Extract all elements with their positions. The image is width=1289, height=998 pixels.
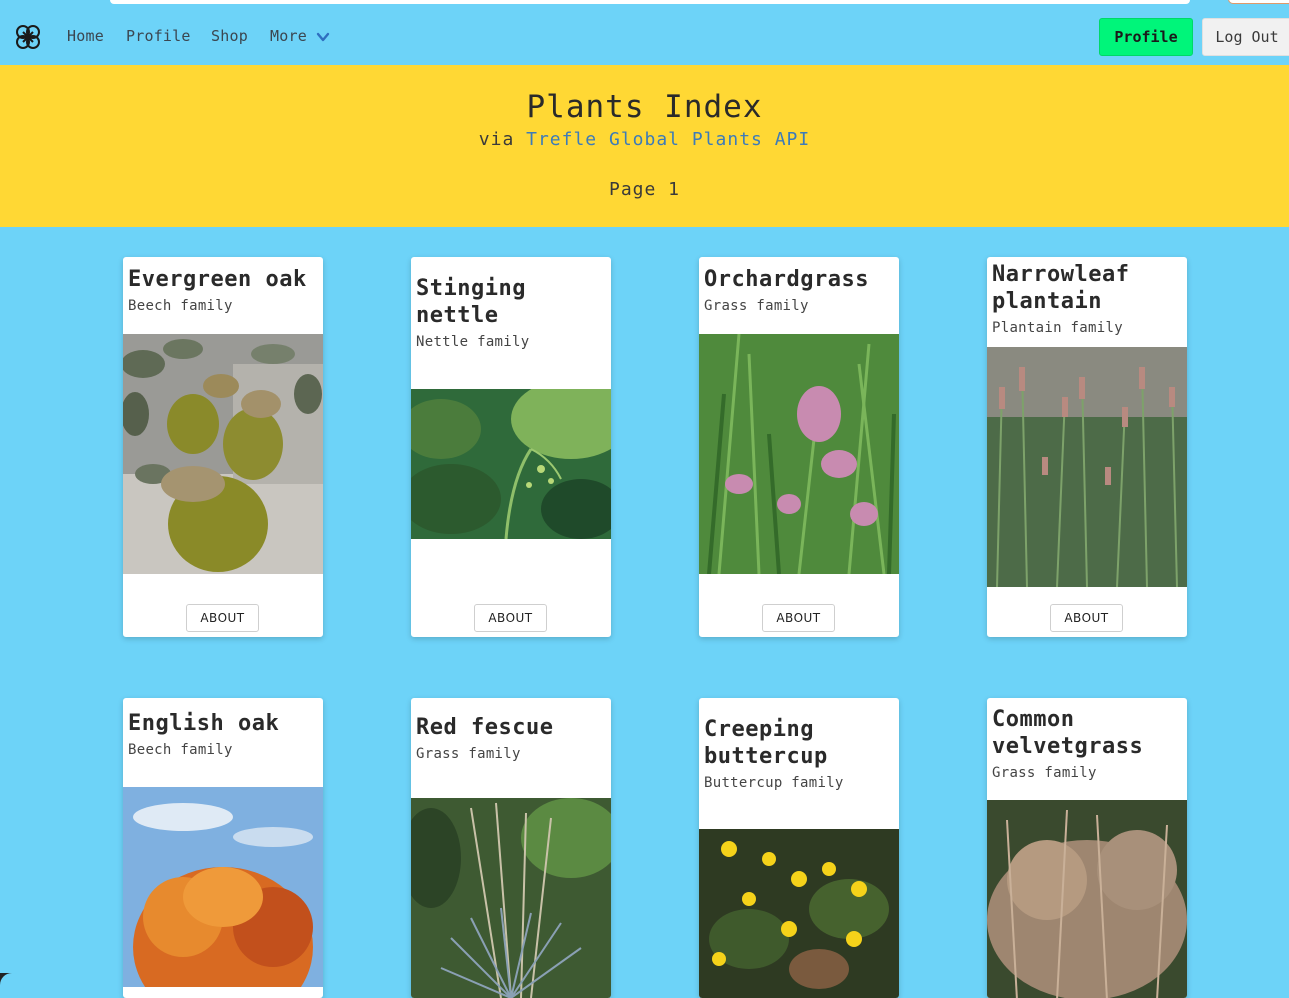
- profile-button[interactable]: Profile: [1099, 18, 1193, 56]
- plant-card: English oak Beech family: [123, 698, 323, 998]
- clover-logo-icon[interactable]: [14, 23, 42, 51]
- plant-family: Grass family: [992, 765, 1097, 781]
- hero-banner: Plants Index via Trefle Global Plants AP…: [0, 65, 1289, 227]
- plant-card: Stinging nettle Nettle family ABOUT: [411, 257, 611, 637]
- plant-card: Evergreen oak Beech family ABOUT: [123, 257, 323, 637]
- about-button[interactable]: ABOUT: [186, 604, 259, 632]
- plant-name: Common velvetgrass: [992, 707, 1144, 759]
- plant-card: Red fescue Grass family: [411, 698, 611, 998]
- plant-photo: [411, 798, 611, 998]
- nav-shop-link[interactable]: Shop: [211, 27, 248, 45]
- plant-photo: [699, 334, 899, 574]
- plant-name: Creeping buttercup: [704, 717, 828, 769]
- browser-chrome-edge: [0, 0, 1289, 8]
- plant-family: Plantain family: [992, 320, 1123, 336]
- page-indicator: Page 1: [608, 179, 681, 200]
- about-button[interactable]: ABOUT: [762, 604, 835, 632]
- plant-name: Stinging nettle: [416, 276, 526, 328]
- plant-name: English oak: [128, 711, 280, 736]
- plant-card: Narrowleaf plantain Plantain family ABOU…: [987, 257, 1187, 637]
- plant-photo: [699, 829, 899, 998]
- plant-name: Narrowleaf plantain: [992, 262, 1130, 314]
- plant-family: Buttercup family: [704, 775, 844, 791]
- navbar: Home Profile Shop More Profile Log Out: [0, 8, 1289, 65]
- plant-family: Grass family: [704, 298, 809, 314]
- plant-card: Common velvetgrass Grass family: [987, 698, 1187, 998]
- trefle-api-link[interactable]: Trefle Global Plants API: [526, 129, 810, 150]
- plant-photo: [987, 800, 1187, 998]
- plant-name: Red fescue: [416, 715, 554, 740]
- about-button[interactable]: ABOUT: [1050, 604, 1123, 632]
- window-corner: [0, 973, 24, 997]
- chevron-down-icon[interactable]: [316, 30, 330, 44]
- browser-button-edge: [1228, 0, 1289, 4]
- plant-photo: [987, 347, 1187, 587]
- plant-card: Orchardgrass Grass family ABOUT: [699, 257, 899, 637]
- nav-profile-link[interactable]: Profile: [126, 27, 191, 45]
- page-title: Plants Index: [526, 89, 763, 125]
- plant-photo: [123, 787, 323, 987]
- plant-family: Grass family: [416, 746, 521, 762]
- plant-photo: [411, 389, 611, 539]
- plant-family: Beech family: [128, 742, 233, 758]
- nav-more-dropdown[interactable]: More: [270, 27, 307, 45]
- plant-name: Orchardgrass: [704, 267, 869, 292]
- plant-family: Nettle family: [416, 334, 530, 350]
- plant-photo: [123, 334, 323, 574]
- logout-button[interactable]: Log Out: [1202, 18, 1289, 56]
- address-bar-edge: [110, 0, 1190, 4]
- plant-family: Beech family: [128, 298, 233, 314]
- plant-name: Evergreen oak: [128, 267, 307, 292]
- about-button[interactable]: ABOUT: [474, 604, 547, 632]
- via-text: via: [478, 129, 515, 150]
- nav-home-link[interactable]: Home: [67, 27, 104, 45]
- hero-subtitle: via Trefle Global Plants API: [0, 129, 1289, 150]
- plant-card: Creeping buttercup Buttercup family: [699, 698, 899, 998]
